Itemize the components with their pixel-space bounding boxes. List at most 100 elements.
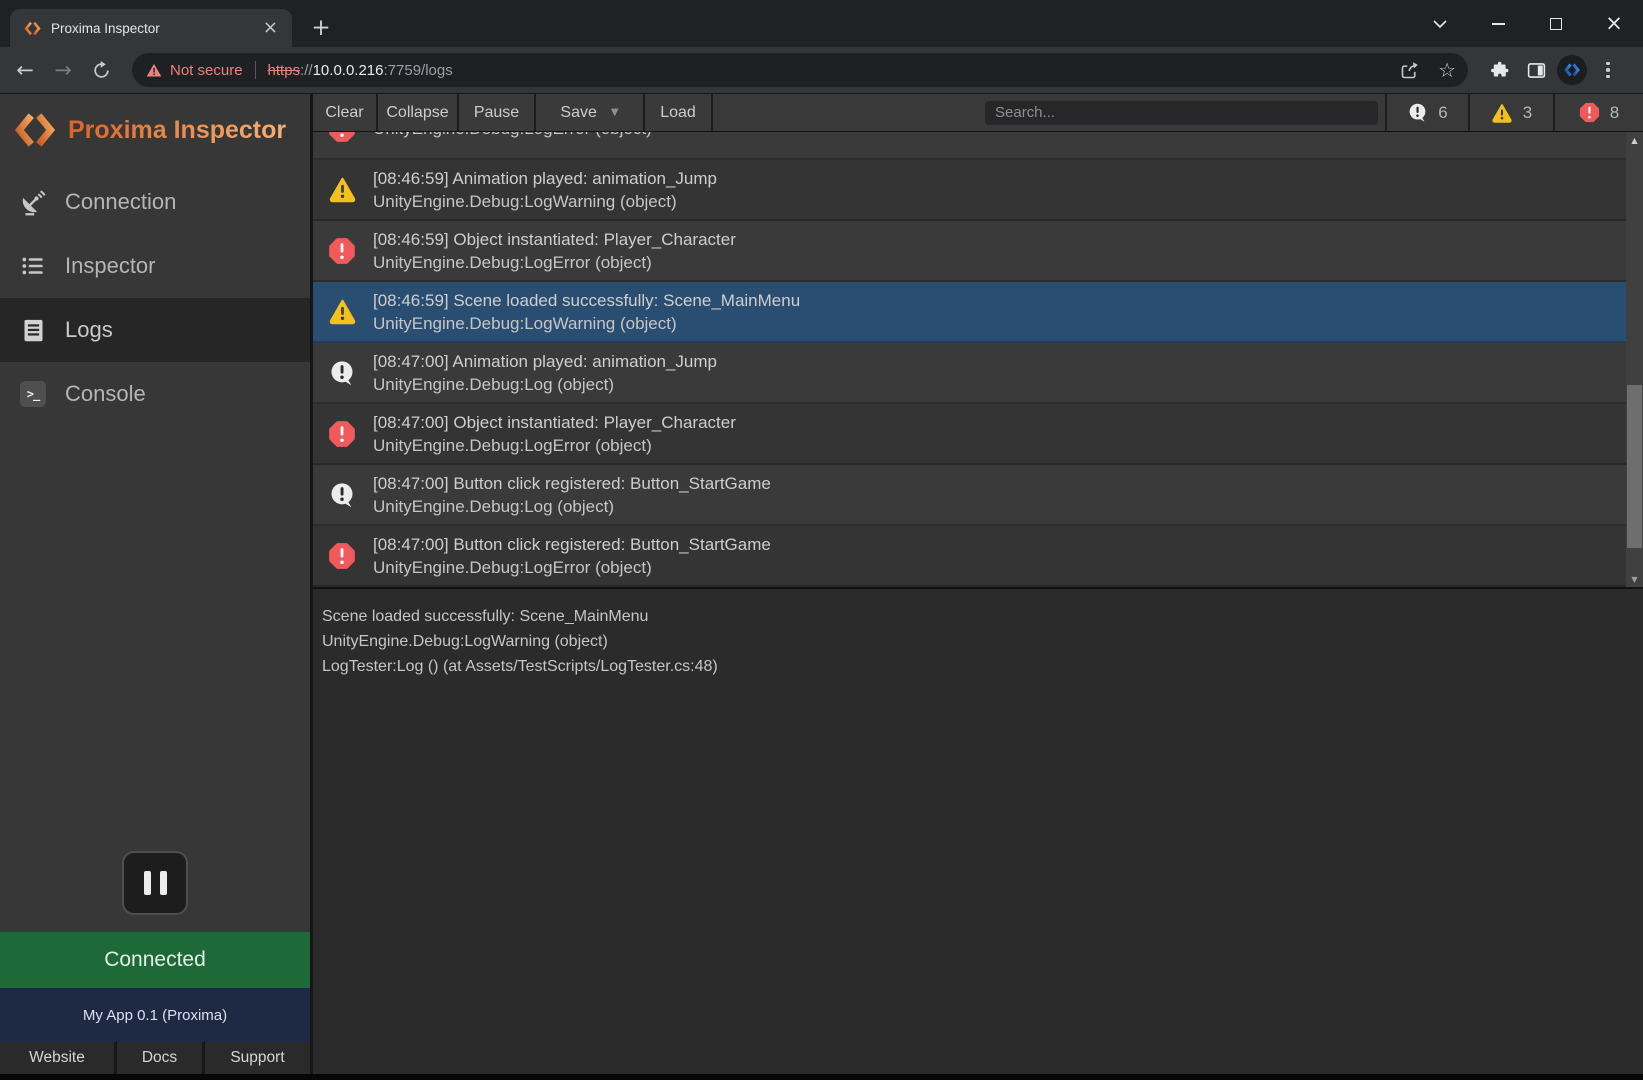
address-bar[interactable]: Not secure https://10.0.0.216:7759/logs … — [132, 53, 1468, 87]
collapse-button[interactable]: Collapse — [378, 94, 459, 131]
log-list-scrollbar[interactable]: ▲ ▼ — [1626, 132, 1643, 587]
tab-search-chevron-icon[interactable] — [1411, 4, 1469, 44]
detail-line: UnityEngine.Debug:LogWarning (object) — [322, 629, 1643, 654]
tab-title: Proxima Inspector — [51, 21, 259, 36]
log-row[interactable]: UnityEngine.Debug:LogError (object) — [313, 132, 1626, 160]
load-button[interactable]: Load — [645, 94, 713, 131]
info-icon — [327, 359, 357, 387]
omnibox-divider — [255, 61, 256, 79]
log-stack-trace: UnityEngine.Debug:LogError (object) — [373, 556, 771, 579]
log-stack-trace: UnityEngine.Debug:LogError (object) — [373, 132, 652, 140]
scroll-up-icon[interactable]: ▲ — [1626, 132, 1643, 148]
sidebar-item-console[interactable]: >_ Console — [0, 362, 310, 426]
save-dropdown-arrow[interactable]: ▼ — [611, 107, 619, 118]
footer-link-website[interactable]: Website — [0, 1042, 117, 1074]
log-detail-pane: Scene loaded successfully: Scene_MainMen… — [313, 587, 1643, 1074]
log-row[interactable]: [08:46:59] Animation played: animation_J… — [313, 160, 1626, 221]
clear-button[interactable]: Clear — [313, 94, 378, 131]
error-icon — [327, 237, 357, 265]
browser-titlebar: Proxima Inspector × + × — [0, 0, 1643, 47]
reload-icon[interactable] — [82, 61, 120, 80]
save-button[interactable]: Save ▼ — [536, 94, 645, 131]
log-message: [08:47:00] Button click registered: Butt… — [373, 472, 771, 495]
connection-icon — [18, 188, 48, 216]
search-input[interactable] — [985, 101, 1378, 125]
new-tab-button[interactable]: + — [306, 13, 336, 43]
sidebar-item-inspector[interactable]: Inspector — [0, 234, 310, 298]
sidebar-item-label: Inspector — [65, 253, 156, 279]
error-icon — [327, 132, 357, 143]
proxima-logo: Proxima Inspector — [0, 94, 310, 152]
window-bottom-edge — [0, 1074, 1643, 1080]
log-row[interactable]: [08:47:00] Button click registered: Butt… — [313, 526, 1626, 587]
log-message: [08:47:00] Object instantiated: Player_C… — [373, 411, 736, 434]
not-secure-label: Not secure — [170, 62, 243, 79]
page-url: https://10.0.0.216:7759/logs — [268, 62, 453, 79]
sidebar-item-logs[interactable]: Logs — [0, 298, 310, 362]
log-row[interactable]: [08:47:00] Object instantiated: Player_C… — [313, 404, 1626, 465]
scroll-down-icon[interactable]: ▼ — [1626, 571, 1643, 587]
scrollbar-thumb[interactable] — [1627, 385, 1642, 548]
proxima-extension-icon[interactable] — [1554, 55, 1590, 85]
warning-icon — [327, 175, 357, 204]
side-panel-icon[interactable] — [1518, 60, 1554, 81]
back-icon[interactable]: ← — [6, 58, 44, 82]
extensions-puzzle-icon[interactable] — [1482, 60, 1518, 81]
log-message: [08:46:59] Object instantiated: Player_C… — [373, 228, 736, 251]
sidebar-footer: Website Docs Support — [0, 1042, 310, 1074]
console-icon: >_ — [18, 381, 48, 407]
forward-icon[interactable]: → — [44, 58, 82, 82]
warning-count-badge[interactable]: 3 — [1468, 94, 1553, 131]
detail-line: Scene loaded successfully: Scene_MainMen… — [322, 604, 1643, 629]
log-message: [08:46:59] Animation played: animation_J… — [373, 167, 717, 190]
tab-close-icon[interactable]: × — [259, 19, 282, 37]
log-message: [08:47:00] Animation played: animation_J… — [373, 350, 717, 373]
browser-window: Proxima Inspector × + × ← → Not secure h… — [0, 0, 1643, 1080]
sidebar: Proxima Inspector Connection Inspector — [0, 94, 313, 1074]
log-stack-trace: UnityEngine.Debug:Log (object) — [373, 373, 717, 396]
tab-favicon-proxima-logo-icon — [24, 20, 41, 37]
browser-tab[interactable]: Proxima Inspector × — [10, 9, 292, 47]
log-row[interactable]: [08:47:00] Button click registered: Butt… — [313, 465, 1626, 526]
window-maximize-button[interactable] — [1527, 4, 1585, 44]
app-info-bar: My App 0.1 (Proxima) — [0, 988, 310, 1042]
sidebar-item-label: Connection — [65, 189, 176, 215]
error-badge-icon — [1579, 102, 1600, 123]
window-close-button[interactable]: × — [1585, 4, 1643, 44]
not-secure-warning-icon — [146, 63, 162, 78]
log-list: UnityEngine.Debug:LogError (object) [08:… — [313, 132, 1643, 587]
proxima-app: Proxima Inspector Connection Inspector — [0, 94, 1643, 1074]
logs-panel: Clear Collapse Pause Save ▼ Load 6 — [313, 94, 1643, 1074]
browser-navbar: ← → Not secure https://10.0.0.216:7759/l… — [0, 47, 1643, 94]
log-row[interactable]: [08:47:00] Animation played: animation_J… — [313, 343, 1626, 404]
logs-toolbar: Clear Collapse Pause Save ▼ Load 6 — [313, 94, 1643, 132]
sidebar-item-connection[interactable]: Connection — [0, 170, 310, 234]
detail-line: LogTester:Log () (at Assets/TestScripts/… — [322, 654, 1643, 679]
window-minimize-button[interactable] — [1469, 4, 1527, 44]
pause-button[interactable]: Pause — [459, 94, 536, 131]
log-row[interactable]: [08:46:59] Scene loaded successfully: Sc… — [313, 282, 1626, 343]
log-row[interactable]: [08:46:59] Object instantiated: Player_C… — [313, 221, 1626, 282]
error-count-badge[interactable]: 8 — [1553, 94, 1643, 131]
log-message: [08:46:59] Scene loaded successfully: Sc… — [373, 289, 800, 312]
footer-link-support[interactable]: Support — [205, 1042, 310, 1074]
share-icon[interactable] — [1399, 60, 1420, 81]
log-message: [08:47:00] Button click registered: Butt… — [373, 533, 771, 556]
error-icon — [327, 420, 357, 448]
info-icon — [327, 481, 357, 509]
logs-icon — [18, 317, 48, 344]
kebab-menu-icon[interactable] — [1590, 62, 1626, 79]
connection-status-badge: Connected — [0, 932, 310, 988]
sidebar-item-label: Logs — [65, 317, 113, 343]
bookmark-star-icon[interactable]: ☆ — [1438, 58, 1456, 82]
inspector-icon — [18, 253, 48, 279]
logo-text: Proxima Inspector — [68, 116, 286, 145]
footer-link-docs[interactable]: Docs — [117, 1042, 205, 1074]
pause-icon — [144, 871, 151, 895]
log-stack-trace: UnityEngine.Debug:LogWarning (object) — [373, 312, 800, 335]
warning-icon — [327, 297, 357, 326]
log-stack-trace: UnityEngine.Debug:Log (object) — [373, 495, 771, 518]
info-count-badge[interactable]: 6 — [1385, 94, 1468, 131]
pause-stream-button[interactable] — [122, 851, 188, 915]
info-badge-icon — [1407, 102, 1428, 123]
